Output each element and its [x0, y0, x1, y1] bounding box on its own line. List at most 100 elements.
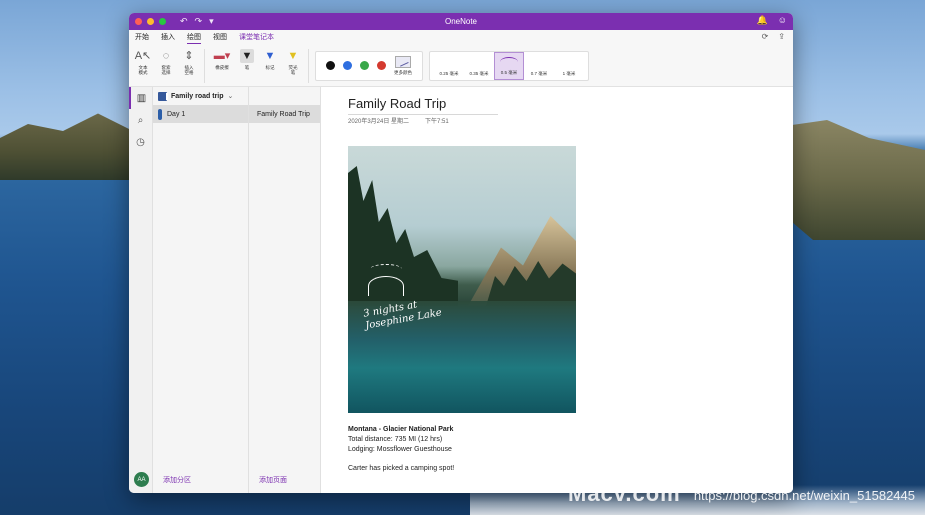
stroke-width-option-selected[interactable]: 0.5 毫米 [494, 51, 524, 80]
sync-icon[interactable]: ⟳ [762, 32, 769, 41]
stroke-width-option[interactable]: 1 毫米 [554, 52, 584, 80]
eraser-icon: ▬▾ [213, 50, 231, 62]
wallpaper-island-right [785, 120, 925, 240]
stroke-width-option[interactable]: 0.7 毫米 [524, 52, 554, 80]
minimize-window-button[interactable] [147, 18, 154, 25]
page-date: 2020年3月24日 星期二 [348, 119, 410, 125]
page-date-time: 2020年3月24日 星期二 下午7:51 [348, 116, 449, 125]
photo-sun-rays [370, 264, 402, 274]
highlighter-icon: ▼ [287, 49, 299, 62]
search-icon[interactable]: ⌕ [129, 109, 152, 131]
stroke-preview-icon [500, 56, 518, 67]
page-title[interactable]: Family Road Trip [348, 96, 498, 115]
pen-button[interactable]: ▼ 笔 [238, 48, 256, 70]
onenote-window: ↶ ↷ ▾ OneNote 🔔 ☺ 开始 插入 绘图 视图 课堂笔记本 ⟳ ⇪ … [129, 13, 793, 493]
text-mode-button[interactable]: A↖ 文本 模式 [134, 49, 152, 75]
url-watermark: https://blog.csdn.net/weixin_51582445 [693, 488, 915, 503]
tent-icon [368, 276, 404, 296]
bell-icon[interactable]: 🔔 [757, 15, 768, 26]
eraser-button[interactable]: ▬▾ 橡皮擦 [211, 49, 233, 70]
stroke-width-option[interactable]: 0.25 毫米 [434, 52, 464, 80]
page-canvas[interactable]: Family Road Trip 2020年3月24日 星期二 下午7:51 3… [321, 87, 793, 493]
color-swatch-green[interactable] [360, 61, 369, 70]
stroke-width-picker: 0.25 毫米 0.35 毫米 0.5 毫米 0.7 毫米 1 毫米 [429, 50, 589, 81]
wallpaper-island-left [0, 113, 140, 180]
window-title: OneNote [444, 17, 478, 26]
section-color-tab [158, 108, 162, 120]
marker-button[interactable]: ▼ 标记 [261, 49, 279, 70]
stroke-width-label: 0.25 毫米 [439, 70, 459, 76]
app-body: ▥ ⌕ ◷ AA Family road trip ⌄ Day 1 添加分区 F… [129, 87, 793, 493]
stroke-width-label: 1 毫米 [562, 70, 576, 76]
tab-home[interactable]: 开始 [135, 32, 149, 43]
highlighter-label: 荧光 笔 [288, 64, 298, 75]
zoom-window-button[interactable] [159, 18, 166, 25]
more-colors-button[interactable]: 更多颜色 [394, 55, 412, 76]
tab-view[interactable]: 视图 [213, 32, 227, 43]
add-page-button[interactable]: 添加页面 [259, 475, 287, 485]
undo-icon[interactable]: ↶ [180, 16, 188, 27]
chevron-down-icon: ⌄ [227, 93, 234, 100]
text-mode-label: 文本 模式 [138, 64, 148, 75]
page-notes[interactable]: Montana - Glacier National Park Total di… [348, 425, 454, 474]
lasso-select-button[interactable]: ◌ 套索 选择 [157, 49, 175, 75]
ribbon-group-tools: A↖ 文本 模式 ◌ 套索 选择 ⇕ 插入 空格 [134, 48, 205, 83]
title-bar: ↶ ↷ ▾ OneNote 🔔 ☺ [129, 13, 793, 30]
notes-line: Total distance: 735 MI (12 hrs) [348, 436, 443, 443]
pages-pane: Family Road Trip 添加页面 [249, 87, 321, 493]
ribbon-group-pens: ▬▾ 橡皮擦 ▼ 笔 ▼ 标记 ▼ 荧光 笔 [211, 48, 309, 83]
add-section-button[interactable]: 添加分区 [163, 475, 191, 485]
share-icon[interactable]: ⇪ [778, 32, 785, 41]
stroke-width-label: 0.35 毫米 [469, 70, 489, 76]
window-controls [135, 18, 166, 25]
recent-icon[interactable]: ◷ [129, 131, 152, 153]
marker-icon: ▼ [264, 49, 276, 62]
color-swatch-red[interactable] [377, 61, 386, 70]
pen-color-palette: 更多颜色 [315, 50, 423, 81]
quick-access-more-icon[interactable]: ▾ [209, 16, 214, 27]
insert-space-icon: ⇕ [184, 50, 194, 62]
tab-class-notebook[interactable]: 课堂笔记本 [239, 32, 274, 43]
redo-icon[interactable]: ↷ [195, 16, 203, 27]
color-swatch-blue[interactable] [343, 61, 352, 70]
insert-space-label: 插入 空格 [184, 64, 194, 75]
color-swatch-black[interactable] [326, 61, 335, 70]
smiley-icon[interactable]: ☺ [778, 15, 787, 26]
tab-insert[interactable]: 插入 [161, 32, 175, 43]
notebook-name: Family road trip [171, 92, 224, 100]
sections-pane: Family road trip ⌄ Day 1 添加分区 [153, 87, 249, 493]
notes-line: Carter has picked a camping spot! [348, 465, 455, 472]
tab-draw[interactable]: 绘图 [187, 32, 201, 44]
lasso-select-label: 套索 选择 [161, 64, 171, 75]
navigation-rail: ▥ ⌕ ◷ AA [129, 87, 153, 493]
eraser-label: 橡皮擦 [215, 64, 229, 70]
close-window-button[interactable] [135, 18, 142, 25]
notes-heading: Montana - Glacier National Park [348, 426, 454, 433]
more-colors-label: 更多颜色 [394, 69, 412, 75]
marker-label: 标记 [265, 64, 275, 70]
notebook-icon [158, 91, 168, 101]
text-mode-icon: A↖ [134, 50, 152, 62]
stroke-width-option[interactable]: 0.35 毫米 [464, 52, 494, 80]
notebooks-icon[interactable]: ▥ [129, 87, 152, 109]
avatar[interactable]: AA [134, 472, 149, 487]
stroke-width-label: 0.7 毫米 [530, 70, 548, 76]
pen-icon: ▼ [240, 48, 254, 63]
notes-line: Lodging: Mossflower Guesthouse [348, 446, 452, 453]
more-colors-icon [395, 55, 411, 68]
stroke-width-label: 0.5 毫米 [500, 69, 518, 75]
section-item-day-1[interactable]: Day 1 [153, 105, 248, 123]
section-item-label: Day 1 [167, 110, 186, 118]
brand-watermark: Macv.com [568, 481, 681, 506]
trip-photo[interactable]: 3 nights at Josephine Lake [348, 146, 576, 413]
notebook-picker[interactable]: Family road trip ⌄ [153, 87, 248, 105]
page-item-family-road-trip[interactable]: Family Road Trip [249, 105, 320, 123]
highlighter-button[interactable]: ▼ 荧光 笔 [284, 49, 302, 75]
quick-access-toolbar: ↶ ↷ ▾ [180, 16, 214, 27]
page-time: 下午7:51 [425, 119, 449, 125]
draw-ribbon: A↖ 文本 模式 ◌ 套索 选择 ⇕ 插入 空格 ▬▾ 橡皮擦 ▼ 笔 ▼ 标记… [129, 45, 793, 87]
lasso-icon: ◌ [162, 49, 170, 62]
pen-label: 笔 [244, 64, 250, 70]
notes-spacer [348, 455, 454, 464]
insert-space-button[interactable]: ⇕ 插入 空格 [180, 49, 198, 75]
